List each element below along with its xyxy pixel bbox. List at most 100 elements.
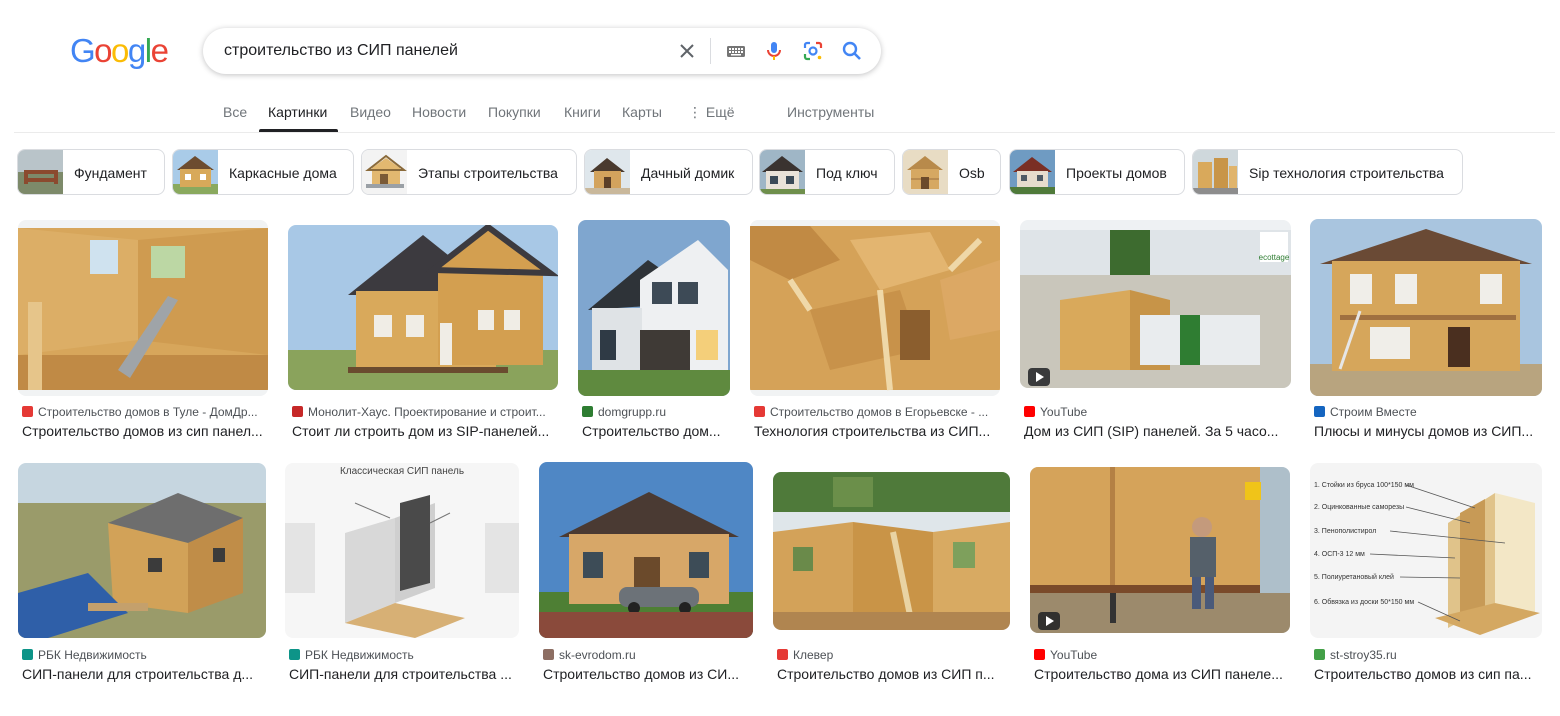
chip-label: Дачный домик (641, 165, 735, 181)
source-favicon-icon (582, 406, 593, 417)
source-name: YouTube (1040, 405, 1088, 419)
source-name: Строительство домов в Егорьевске - ... (770, 405, 989, 419)
source-name: Монолит-Хаус. Проектирование и строит... (308, 405, 546, 419)
chip-house-projects[interactable]: Проекты домов (1009, 149, 1185, 195)
source-favicon-icon (754, 406, 765, 417)
tab-more[interactable]: ⋮ Ещё (688, 104, 735, 121)
tab-maps[interactable]: Карты (622, 104, 662, 120)
result-title[interactable]: Строительство домов из СИ... (543, 666, 751, 682)
result-source: sk-evrodom.ru (543, 648, 751, 662)
chip-label: Каркасные дома (229, 165, 337, 181)
source-favicon-icon (22, 406, 33, 417)
google-lens-icon[interactable] (801, 39, 825, 63)
chip-sip-technology[interactable]: Sip технология строительства (1192, 149, 1463, 195)
source-name: РБК Недвижимость (38, 648, 147, 662)
source-favicon-icon (289, 649, 300, 660)
result-source: YouTube (1034, 648, 1288, 662)
result-thumbnail (18, 463, 266, 638)
image-result[interactable]: Монолит-Хаус. Проектирование и строит...… (288, 225, 558, 440)
result-title[interactable]: СИП-панели для строительства ... (289, 666, 517, 682)
image-result[interactable]: ecottage YouTube Дом из СИП (SIP) панеле… (1020, 220, 1291, 440)
source-name: domgrupp.ru (598, 405, 667, 419)
chip-frame-houses[interactable]: Каркасные дома (172, 149, 354, 195)
chip-label: Этапы строительства (418, 165, 558, 181)
source-favicon-icon (1314, 649, 1325, 660)
result-thumbnail (578, 220, 730, 396)
chip-turnkey[interactable]: Под ключ (759, 149, 895, 195)
result-thumbnail (18, 220, 268, 396)
tab-images[interactable]: Картинки (268, 104, 327, 120)
close-icon[interactable] (675, 39, 699, 63)
result-source: РБК Недвижимость (289, 648, 517, 662)
result-source: Клевер (777, 648, 1008, 662)
diagram-label: 1. Стойки из бруса 100*150 мм (1314, 481, 1414, 489)
tab-videos[interactable]: Видео (350, 104, 391, 120)
diagram-label: 6. Обвязка из доски 50*150 мм (1314, 598, 1414, 606)
source-favicon-icon (22, 649, 33, 660)
result-title[interactable]: Строительство домов из СИП п... (777, 666, 1008, 682)
image-result[interactable]: Строим Вместе Плюсы и минусы домов из СИ… (1310, 219, 1542, 440)
search-icon[interactable] (840, 39, 864, 63)
result-title[interactable]: Дом из СИП (SIP) панелей. За 5 часо... (1024, 423, 1289, 439)
source-name: Строительство домов в Туле - ДомДр... (38, 405, 258, 419)
result-thumbnail (288, 225, 558, 390)
keyboard-icon[interactable] (724, 39, 748, 63)
image-result[interactable]: Строительство домов в Туле - ДомДр... Ст… (18, 220, 268, 440)
logo-letter: G (70, 32, 96, 69)
logo-letter: g (127, 32, 146, 69)
chip-thumbnail (585, 150, 630, 194)
image-result[interactable]: sk-evrodom.ru Строительство домов из СИ.… (539, 462, 753, 685)
tools-button[interactable]: Инструменты (787, 104, 874, 120)
video-play-icon (1038, 612, 1060, 630)
search-input[interactable]: строительство из СИП панелей (224, 42, 458, 60)
result-title[interactable]: Стоит ли строить дом из SIP-панелей... (292, 423, 556, 439)
chip-osb[interactable]: Osb (902, 149, 1001, 195)
source-name: Клевер (793, 648, 834, 662)
tab-shopping[interactable]: Покупки (488, 104, 541, 120)
result-title[interactable]: Строительство домов из сип панел... (22, 423, 266, 439)
chip-label: Под ключ (816, 165, 878, 181)
diagram-label: 4. ОСП-3 12 мм (1314, 551, 1365, 558)
chip-foundation[interactable]: Фундамент (17, 149, 165, 195)
image-result[interactable]: Строительство домов в Егорьевске - ... Т… (750, 220, 1000, 440)
result-thumbnail: 1. Стойки из бруса 100*150 мм 2. Оцинков… (1310, 463, 1542, 638)
microphone-icon[interactable] (762, 39, 786, 63)
chip-thumbnail (903, 150, 948, 194)
chip-stages[interactable]: Этапы строительства (361, 149, 577, 195)
video-play-icon (1028, 368, 1050, 386)
image-result[interactable]: РБК Недвижимость СИП-панели для строител… (18, 463, 266, 685)
chip-thumbnail (362, 150, 407, 194)
tab-all[interactable]: Все (223, 104, 247, 120)
image-result[interactable]: YouTube Строительство дома из СИП панеле… (1030, 467, 1290, 685)
youtube-favicon-icon (1024, 406, 1035, 417)
source-name: YouTube (1050, 648, 1098, 662)
result-thumbnail (750, 220, 1000, 396)
result-source: st-stroy35.ru (1314, 648, 1540, 662)
result-title[interactable]: Плюсы и минусы домов из СИП... (1314, 423, 1540, 439)
image-result[interactable]: domgrupp.ru Строительство дом... (578, 220, 730, 440)
source-name: sk-evrodom.ru (559, 648, 636, 662)
result-title[interactable]: Строительство дом... (582, 423, 730, 439)
tab-books[interactable]: Книги (564, 104, 601, 120)
result-thumbnail (1030, 467, 1290, 633)
result-thumbnail (1310, 219, 1542, 396)
chip-cottage[interactable]: Дачный домик (584, 149, 753, 195)
chip-thumbnail (173, 150, 218, 194)
youtube-favicon-icon (1034, 649, 1045, 660)
chip-thumbnail (760, 150, 805, 194)
google-logo[interactable]: Google (70, 32, 169, 70)
search-box[interactable]: строительство из СИП панелей (203, 28, 881, 74)
logo-letter: e (150, 32, 169, 69)
diagram-label: 2. Оцинкованные саморезы (1314, 504, 1404, 511)
result-title[interactable]: Строительство домов из сип па... (1314, 666, 1540, 682)
image-result[interactable]: Классическая СИП панель РБК Недвижимость… (285, 463, 519, 685)
image-result[interactable]: 1. Стойки из бруса 100*150 мм 2. Оцинков… (1310, 463, 1542, 685)
chip-label: Osb (959, 165, 985, 181)
result-thumbnail (773, 472, 1010, 630)
result-title[interactable]: Технология строительства из СИП... (754, 423, 998, 439)
result-title[interactable]: СИП-панели для строительства д... (22, 666, 264, 682)
tab-news[interactable]: Новости (412, 104, 466, 120)
search-divider (710, 38, 711, 64)
result-title[interactable]: Строительство дома из СИП панеле... (1034, 666, 1288, 682)
image-result[interactable]: Клевер Строительство домов из СИП п... (773, 472, 1010, 685)
